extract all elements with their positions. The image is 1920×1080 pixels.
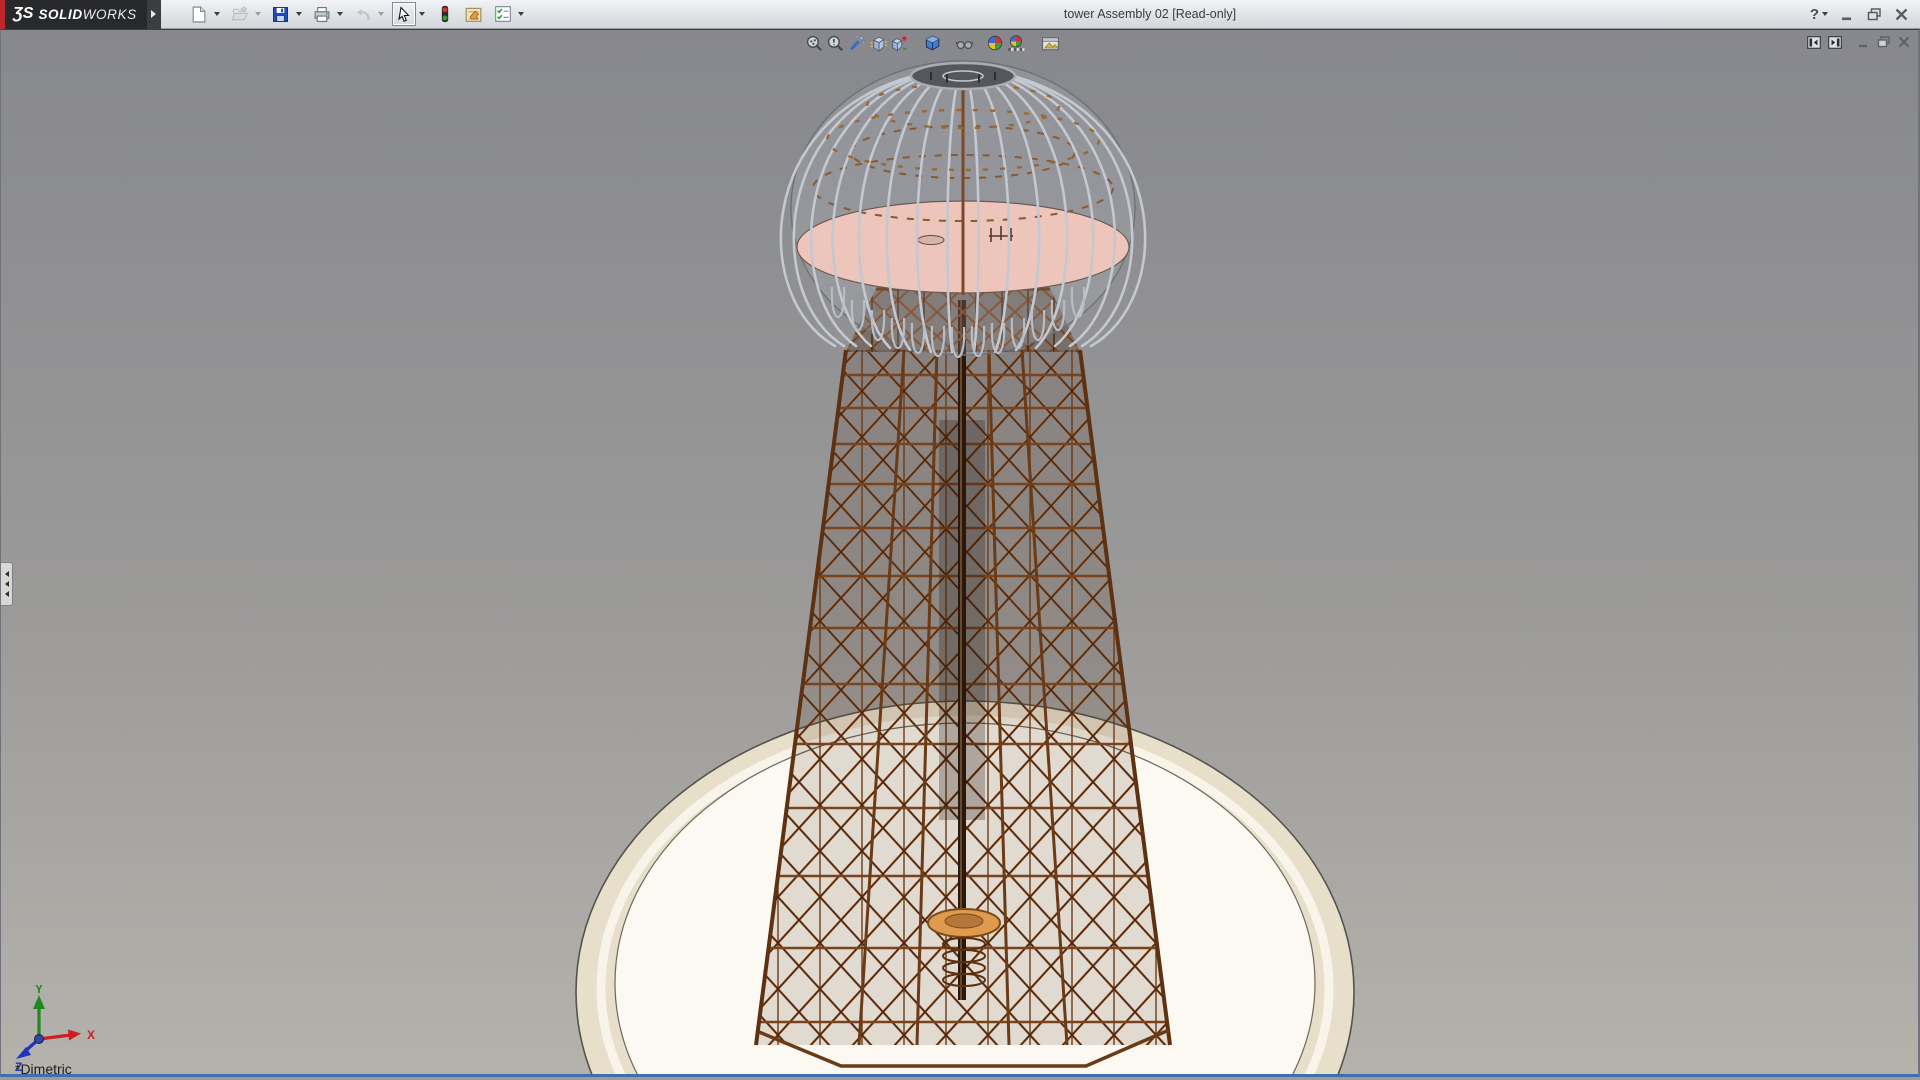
open-button[interactable] (228, 2, 252, 26)
brand-text-bold: SOLID (38, 7, 82, 22)
eyeglasses-icon (955, 36, 974, 51)
window-title: tower Assembly 02 [Read-only] (1064, 7, 1236, 21)
note-hand-icon (464, 5, 483, 23)
document-window-controls (1807, 32, 1910, 52)
help-button[interactable]: ? (1810, 6, 1828, 23)
brand-glyph: ƷS (13, 5, 33, 23)
apply-scene-icon (1007, 34, 1025, 52)
new-document-group (187, 2, 223, 26)
chevron-left-icon (5, 581, 9, 587)
save-group (269, 2, 305, 26)
view-orientation-icon (869, 35, 887, 52)
save-button[interactable] (269, 2, 293, 26)
next-pane-button[interactable] (1828, 36, 1842, 49)
open-folder-icon (231, 6, 249, 23)
zoom-to-area-icon (827, 35, 844, 52)
previous-pane-button[interactable] (1807, 36, 1821, 49)
traffic-light-button[interactable] (433, 2, 457, 26)
new-document-icon (190, 6, 207, 23)
open-group (228, 2, 264, 26)
new-document-dropdown[interactable] (211, 2, 223, 26)
view-orientation-button[interactable] (867, 33, 888, 54)
chevron-right-icon (151, 10, 156, 18)
help-dropdown-caret (1822, 12, 1828, 16)
checklist-dropdown[interactable] (515, 2, 527, 26)
undo-dropdown[interactable] (375, 2, 387, 26)
zoom-to-fit-icon (806, 35, 823, 52)
save-dropdown[interactable] (293, 2, 305, 26)
shaded-cube-button[interactable] (921, 33, 942, 54)
display-style-icon (890, 35, 908, 52)
chevron-left-icon (5, 571, 9, 577)
print-group (310, 2, 346, 26)
close-button[interactable] (1895, 8, 1908, 21)
save-floppy-icon (272, 6, 289, 23)
traffic-light-icon (439, 5, 451, 23)
electrode-dome (781, 61, 1145, 357)
appearance-ball-icon (986, 34, 1004, 52)
heads-up-view-toolbar (804, 32, 1061, 54)
restore-document-button[interactable] (1877, 36, 1891, 48)
checklist-group (491, 2, 527, 26)
view-orientation-label: *Dimetric (15, 1061, 72, 1077)
select-tool-dropdown[interactable] (416, 2, 428, 26)
tower-lattice (756, 300, 1170, 1066)
magic-wand-icon (848, 35, 865, 52)
note-button[interactable] (462, 2, 486, 26)
view-settings-icon (1041, 35, 1060, 52)
undo-button[interactable] (351, 2, 375, 26)
checklist-button[interactable] (491, 2, 515, 26)
hide-show-items-button[interactable] (954, 33, 975, 54)
restore-button[interactable] (1867, 8, 1882, 21)
tower-assembly-model (1, 30, 1918, 1074)
zoom-to-fit-button[interactable] (804, 33, 825, 54)
shaded-cube-icon (923, 34, 941, 52)
brand-logo: ƷS SOLIDWORKS (5, 0, 147, 29)
new-document-button[interactable] (187, 2, 211, 26)
undo-group (351, 2, 387, 26)
checklist-icon (494, 5, 512, 23)
select-cursor-icon (396, 6, 412, 23)
view-settings-button[interactable] (1040, 33, 1061, 54)
print-button[interactable] (310, 2, 334, 26)
select-group (392, 2, 428, 26)
print-dropdown[interactable] (334, 2, 346, 26)
close-document-button[interactable] (1898, 36, 1910, 48)
menu-expand-tab[interactable] (147, 0, 161, 29)
minimize-button[interactable] (1841, 8, 1854, 21)
zoom-to-area-button[interactable] (825, 33, 846, 54)
help-icon: ? (1810, 6, 1819, 23)
magic-wand-button[interactable] (846, 33, 867, 54)
feature-manager-flyout-tab[interactable] (1, 562, 13, 606)
edit-appearance-button[interactable] (984, 33, 1005, 54)
minimize-document-button[interactable] (1858, 36, 1870, 48)
title-bar: ƷS SOLIDWORKS (0, 0, 1920, 29)
open-dropdown[interactable] (252, 2, 264, 26)
traffic-light-group (433, 2, 457, 26)
print-icon (313, 6, 331, 23)
apply-scene-button[interactable] (1005, 33, 1026, 54)
triad-y-label: Y (35, 985, 43, 996)
note-group (462, 2, 486, 26)
triad-x-label: X (87, 1028, 95, 1042)
chevron-left-icon (5, 591, 9, 597)
select-tool-button[interactable] (392, 2, 416, 26)
window-controls: ? (1810, 0, 1908, 29)
graphics-viewport[interactable]: Y X Z *Dimetric (0, 29, 1920, 1077)
brand-text-light: WORKS (83, 7, 137, 22)
undo-arrow-icon (354, 6, 372, 23)
display-style-button[interactable] (888, 33, 909, 54)
